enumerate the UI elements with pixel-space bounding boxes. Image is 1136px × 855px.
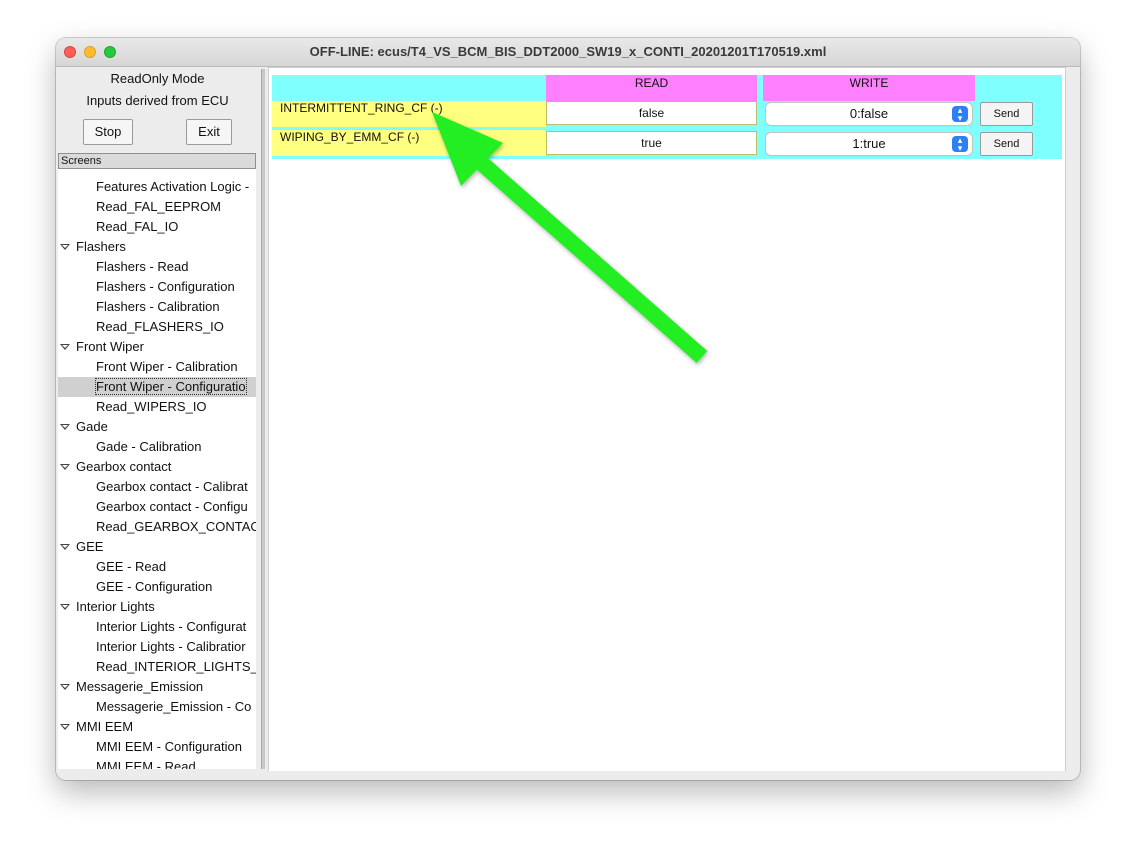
tree-item[interactable]: Gade - Calibration (58, 437, 256, 457)
tree-item-label: Read_FAL_IO (96, 219, 179, 234)
tree-item-label: Read_FAL_EEPROM (96, 199, 222, 214)
tree-item-label: GEE (76, 539, 104, 554)
tree-item[interactable]: Front Wiper - Configuratio (58, 377, 256, 397)
write-select[interactable]: 0:false ▴ ▾ (766, 103, 972, 125)
chevron-updown-icon: ▴ ▾ (952, 106, 968, 123)
tree-item-label: Gade (76, 419, 108, 434)
tree-item[interactable]: Flashers - Read (58, 257, 256, 277)
mode-label: ReadOnly Mode (110, 71, 205, 86)
triangle-down-icon[interactable] (60, 604, 70, 610)
app-window: OFF-LINE: ecus/T4_VS_BCM_BIS_DDT2000_SW1… (56, 38, 1080, 780)
horizontal-scrollbar[interactable] (58, 771, 1074, 779)
tree-group[interactable]: Flashers (58, 237, 256, 257)
tree-item-label: Front Wiper - Configuratio (95, 378, 247, 395)
tree-item[interactable]: Flashers - Calibration (58, 297, 256, 317)
read-column-header: READ (546, 75, 757, 101)
tree-item-label: Front Wiper - Calibration (96, 359, 238, 374)
tree-item-label: Read_WIPERS_IO (96, 399, 207, 414)
tree-group[interactable]: MMI EEM (58, 717, 256, 737)
tree-group[interactable]: Front Wiper (58, 337, 256, 357)
tree-item-label: Gade - Calibration (96, 439, 202, 454)
tree-item[interactable]: Features Activation Logic - (58, 177, 256, 197)
triangle-down-icon[interactable] (60, 424, 70, 430)
triangle-down-icon[interactable] (60, 684, 70, 690)
exit-button[interactable]: Exit (186, 119, 232, 145)
tree-item-label: Read_GEARBOX_CONTAC (96, 519, 256, 534)
screens-tree[interactable]: Features Activation Logic - Read_FAL_EEPR… (58, 169, 256, 769)
panel-splitter[interactable] (260, 67, 266, 773)
window-title: OFF-LINE: ecus/T4_VS_BCM_BIS_DDT2000_SW1… (309, 44, 827, 59)
param-name: INTERMITTENT_RING_CF (-) (272, 101, 546, 127)
tree-item-label: Flashers - Configuration (96, 279, 235, 294)
tree-item-label: GEE - Read (96, 559, 167, 574)
tree-item-label: Flashers - Read (96, 259, 189, 274)
write-column-header: WRITE (763, 75, 975, 101)
tree-item-label: Gearbox contact - Configu (96, 499, 248, 514)
write-select-value: 0:false (849, 106, 889, 121)
triangle-down-icon[interactable] (60, 244, 70, 250)
tree-group[interactable]: Messagerie_Emission (58, 677, 256, 697)
tree-item-label: MMI EEM - Configuration (96, 739, 242, 754)
tree-item-label: GEE - Configuration (96, 579, 213, 594)
title-bar: OFF-LINE: ecus/T4_VS_BCM_BIS_DDT2000_SW1… (56, 38, 1080, 67)
tree-item[interactable]: Read_FAL_EEPROM (58, 197, 256, 217)
tree-item[interactable]: MMI EEM - Configuration (58, 737, 256, 757)
tree-item-label: Flashers (76, 239, 126, 254)
tree-item-label: Interior Lights - Calibratior (96, 639, 246, 654)
tree-group[interactable]: Interior Lights (58, 597, 256, 617)
triangle-down-icon[interactable] (60, 344, 70, 350)
send-button[interactable]: Send (980, 102, 1033, 126)
stop-button[interactable]: Stop (83, 119, 133, 145)
write-select[interactable]: 1:true ▴ ▾ (766, 133, 972, 155)
splitter-grip[interactable] (261, 69, 265, 769)
tree-item[interactable]: Interior Lights - Configurat (58, 617, 256, 637)
left-panel: ReadOnly Mode Inputs derived from ECU St… (56, 67, 259, 773)
param-name: WIPING_BY_EMM_CF (-) (272, 130, 546, 156)
tree-item-label: Gearbox contact - Calibrat (96, 479, 248, 494)
tree-item-label: Gearbox contact (76, 459, 172, 474)
tree-item-label: Read_FLASHERS_IO (96, 319, 224, 334)
tree-group[interactable]: Gade (58, 417, 256, 437)
tree-item[interactable]: GEE - Configuration (58, 577, 256, 597)
screens-column-header[interactable]: Screens (58, 153, 256, 169)
tree-item[interactable]: Read_FAL_IO (58, 217, 256, 237)
parameters-panel: READ WRITE INTERMITTENT_RING_CF (-) fals… (268, 67, 1066, 773)
tree-item[interactable]: Read_GEARBOX_CONTAC (58, 517, 256, 537)
tree-item-label: MMI EEM - Read (96, 759, 196, 769)
send-button[interactable]: Send (980, 132, 1033, 156)
tree-item[interactable]: Read_WIPERS_IO (58, 397, 256, 417)
write-select-value: 1:true (852, 136, 886, 151)
tree-item-label: Front Wiper (76, 339, 144, 354)
tree-item[interactable]: Read_FLASHERS_IO (58, 317, 256, 337)
tree-item[interactable]: Gearbox contact - Calibrat (58, 477, 256, 497)
tree-group[interactable]: GEE (58, 537, 256, 557)
tree-item[interactable]: GEE - Read (58, 557, 256, 577)
tree-item[interactable]: Flashers - Configuration (58, 277, 256, 297)
tree-item[interactable]: MMI EEM - Read (58, 757, 256, 769)
tree-item-label: Messagerie_Emission - Co (96, 699, 252, 714)
tree-item[interactable]: Read_INTERIOR_LIGHTS_I (58, 657, 256, 677)
triangle-down-icon[interactable] (60, 724, 70, 730)
triangle-down-icon[interactable] (60, 464, 70, 470)
tree-item[interactable]: Messagerie_Emission - Co (58, 697, 256, 717)
tree-item-label: Messagerie_Emission (76, 679, 204, 694)
tree-item[interactable]: Gearbox contact - Configu (58, 497, 256, 517)
tree-item[interactable]: Front Wiper - Calibration (58, 357, 256, 377)
tree-item-label: MMI EEM (76, 719, 134, 734)
tree-item-label: Interior Lights - Configurat (96, 619, 247, 634)
read-value: true (546, 131, 757, 155)
tree-group[interactable]: Gearbox contact (58, 457, 256, 477)
tree-item-label: Interior Lights (76, 599, 155, 614)
triangle-down-icon[interactable] (60, 544, 70, 550)
tree-item-label: Flashers - Calibration (96, 299, 220, 314)
tree-item-label: Read_INTERIOR_LIGHTS_I (96, 659, 256, 674)
inputs-label: Inputs derived from ECU (86, 93, 229, 108)
read-value: false (546, 101, 757, 125)
tree-item[interactable]: Interior Lights - Calibratior (58, 637, 256, 657)
chevron-updown-icon: ▴ ▾ (952, 136, 968, 153)
tree-item-label: Features Activation Logic - (96, 179, 250, 194)
